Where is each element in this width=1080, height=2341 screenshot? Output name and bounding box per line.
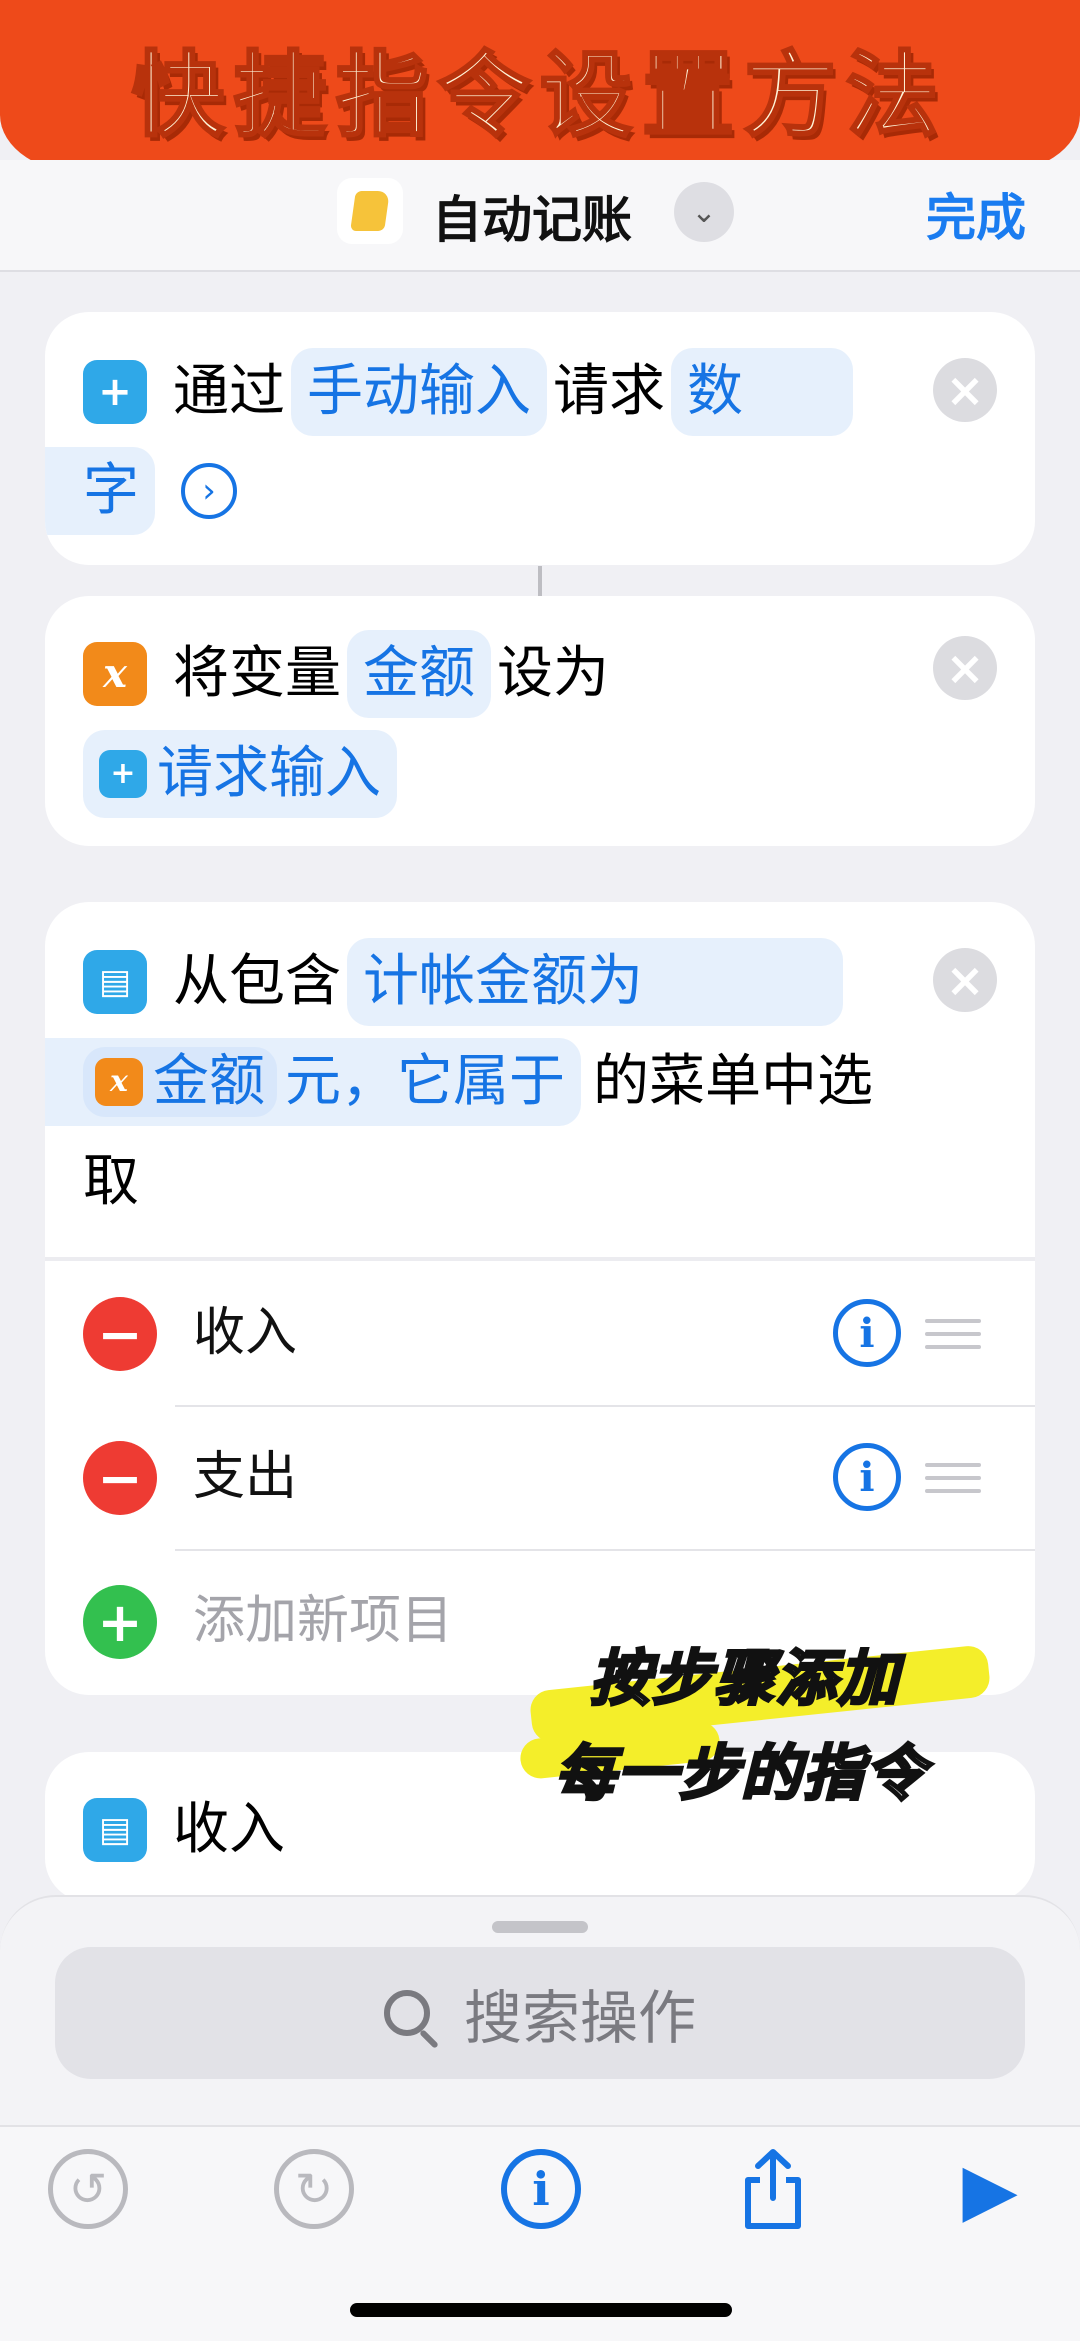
sheet-grabber[interactable] [492, 1921, 588, 1933]
menu-prompt-token-continued[interactable]: x 金额 元，它属于 [45, 1038, 581, 1126]
input-type-token-continued[interactable]: 字 [45, 447, 155, 535]
menu-prompt-token[interactable]: 计帐金额为 [347, 938, 843, 1026]
menu-item-label[interactable]: 收入 [193, 1293, 297, 1373]
navigation-bar: 自动记账 ⌄ 完成 [0, 160, 1080, 272]
variable-value-label: 请求输入 [157, 741, 381, 806]
menu-item[interactable]: − 收入 i [45, 1261, 1035, 1406]
menu-prompt-suffix: 元，它属于 [285, 1049, 565, 1114]
menu-list-icon: ▤ [83, 950, 147, 1014]
menu-item-label[interactable]: 支出 [193, 1437, 297, 1517]
search-placeholder: 搜索操作 [463, 1984, 696, 2052]
drag-handle-icon[interactable] [925, 1319, 981, 1349]
home-indicator [350, 2303, 732, 2317]
variable-name-token[interactable]: 金额 [347, 630, 491, 718]
redo-icon[interactable]: ↻ [274, 2149, 354, 2229]
title-banner: 快捷指令设置方法 [0, 0, 1080, 175]
menu-item[interactable]: − 支出 i [45, 1405, 1035, 1550]
expand-chevron-icon[interactable]: › [181, 463, 237, 519]
shortcut-title[interactable]: 自动记账 [432, 180, 632, 252]
input-method-token[interactable]: 手动输入 [291, 348, 547, 436]
variable-x-icon: x [95, 1058, 143, 1106]
action-text-via: 通过 [173, 359, 285, 424]
speech-bubble-plus-icon: + [83, 360, 147, 424]
shortcut-app-icon[interactable] [337, 178, 403, 244]
close-icon[interactable]: × [933, 358, 997, 422]
remove-item-icon[interactable]: − [83, 1441, 157, 1515]
variable-x-icon: x [83, 642, 147, 706]
close-icon[interactable]: × [933, 948, 997, 1012]
action-text-as: 设为 [497, 641, 609, 706]
overlay-caption-line2: 每一步的指令 [554, 1738, 927, 1811]
banner-title: 快捷指令设置方法 [130, 41, 948, 151]
choose-from-menu-action[interactable]: ▤ 从包含 计帐金额为 x 金额 元，它属于 的菜单中选 取 × − 收入 i … [45, 902, 1035, 1695]
action-connector [538, 566, 542, 596]
drag-handle-icon[interactable] [925, 1463, 981, 1493]
add-item-icon[interactable]: + [83, 1585, 157, 1659]
share-icon[interactable] [733, 2149, 813, 2229]
info-icon[interactable]: i [833, 1299, 901, 1367]
remove-item-icon[interactable]: − [83, 1297, 157, 1371]
ask-for-input-action[interactable]: + 通过 手动输入 请求 数 字 › × [45, 312, 1035, 565]
menu-list-icon: ▤ [83, 1798, 147, 1862]
menu-case-label: 收入 [173, 1797, 285, 1862]
amount-variable-token[interactable]: x 金额 [83, 1047, 277, 1117]
action-text-menu: 的菜单中选 [593, 1049, 873, 1114]
action-text-menu-continued: 取 [83, 1149, 139, 1214]
add-item-placeholder[interactable]: 添加新项目 [193, 1581, 453, 1661]
action-text-request: 请求 [553, 359, 665, 424]
variable-value-token[interactable]: + 请求输入 [83, 730, 397, 818]
undo-icon[interactable]: ↺ [48, 2149, 128, 2229]
amount-variable-label: 金额 [153, 1049, 265, 1114]
search-icon [383, 1990, 430, 2036]
actions-sheet: 搜索操作 [0, 1895, 1080, 2125]
overlay-caption-line1: 按步骤添加 [589, 1643, 900, 1716]
input-type-token[interactable]: 数 [671, 348, 853, 436]
set-variable-action[interactable]: x 将变量 金额 设为 + 请求输入 × [45, 596, 1035, 846]
chevron-down-icon[interactable]: ⌄ [674, 182, 734, 242]
info-icon[interactable]: i [501, 2149, 581, 2229]
search-actions-field[interactable]: 搜索操作 [55, 1947, 1025, 2079]
action-text-set: 将变量 [173, 641, 341, 706]
play-icon[interactable]: ▶ [950, 2147, 1030, 2231]
info-icon[interactable]: i [833, 1443, 901, 1511]
speech-bubble-plus-icon: + [99, 750, 147, 798]
done-button[interactable]: 完成 [926, 178, 1026, 250]
action-text-from: 从包含 [173, 949, 341, 1014]
close-icon[interactable]: × [933, 636, 997, 700]
